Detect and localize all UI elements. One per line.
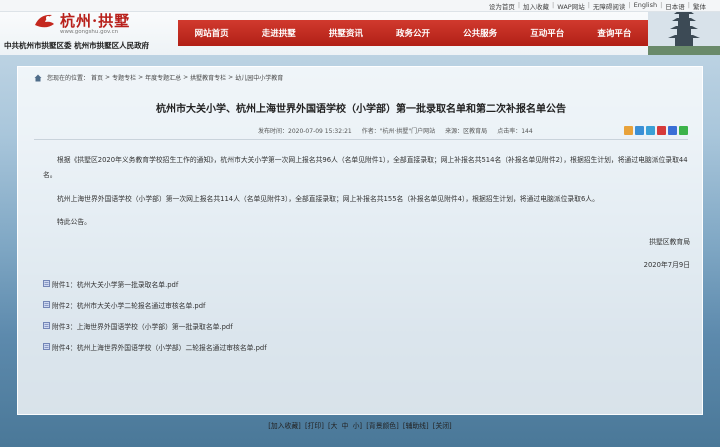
- attachment-file-icon: [43, 322, 50, 329]
- nav-gov-affairs[interactable]: 政务公开: [379, 27, 446, 39]
- background-color-button[interactable]: [背景颜色]: [366, 422, 399, 430]
- organization-name: 中共杭州市拱墅区委 杭州市拱墅区人民政府: [4, 41, 150, 50]
- home-icon: [34, 74, 42, 81]
- font-large-button[interactable]: [大: [328, 422, 337, 430]
- article-signature: 拱墅区教育局: [649, 238, 690, 246]
- attachment-file-icon: [43, 343, 50, 350]
- attachment-item[interactable]: 附件1：杭州大关小学第一批录取名单.pdf: [43, 279, 267, 289]
- publish-time: 发布时间：2020-07-09 15:32:21: [258, 128, 352, 135]
- breadcrumb-special-column[interactable]: 专题专栏: [112, 73, 136, 82]
- japanese-link[interactable]: 日本语: [665, 1, 685, 11]
- article-paragraph-2: 杭州上海世界外国语学校（小学部）第一次网上报名共114人（名单见附件3），全部直…: [57, 195, 599, 203]
- main-nav: 网站首页 走进拱墅 拱墅资讯 政务公开 公共服务 互动平台 查询平台: [178, 20, 648, 46]
- attachment-file-icon: [43, 301, 50, 308]
- article-meta: 发布时间：2020-07-09 15:32:21 作者："杭州·拱墅"门户网站 …: [258, 126, 533, 135]
- breadcrumb-school-education[interactable]: 幼儿园中小学教育: [235, 73, 283, 82]
- breadcrumb-home[interactable]: 首页: [91, 73, 103, 82]
- share-qzone-icon[interactable]: [624, 126, 633, 135]
- nav-home[interactable]: 网站首页: [178, 27, 245, 39]
- nav-news[interactable]: 拱墅资讯: [312, 27, 379, 39]
- breadcrumb-annual-topics[interactable]: 年度专题汇总: [145, 73, 181, 82]
- add-favorite-button[interactable]: [加入收藏]: [268, 422, 301, 430]
- breadcrumb-education-column[interactable]: 拱墅教育专栏: [190, 73, 226, 82]
- set-homepage-link[interactable]: 设为首页: [489, 1, 515, 11]
- guide-line-button[interactable]: [辅助线]: [403, 422, 429, 430]
- attachment-link[interactable]: 附件2：杭州市大关小学二轮报名通过审核名单.pdf: [52, 300, 205, 310]
- attachment-list: 附件1：杭州大关小学第一批录取名单.pdf 附件2：杭州市大关小学二轮报名通过审…: [43, 279, 267, 363]
- attachment-item[interactable]: 附件3：上海世界外国语学校（小学部）第一批录取名单.pdf: [43, 321, 267, 331]
- add-favorite-link[interactable]: 加入收藏: [523, 1, 549, 11]
- breadcrumb-prefix: 您现在的位置：: [47, 75, 90, 82]
- attachment-link[interactable]: 附件4：杭州上海世界外国语学校（小学部）二轮报名通过审核名单.pdf: [52, 342, 267, 352]
- share-renren-icon[interactable]: [657, 126, 666, 135]
- page-tools: [加入收藏] [打印] [大 中 小] [背景颜色] [辅助线] [关闭]: [0, 420, 720, 430]
- article-title: 杭州市大关小学、杭州上海世界外国语学校（小学部）第一批录取名单和第二次补报名单公…: [156, 104, 566, 115]
- article-paragraph-1: 根据《拱墅区2020年义务教育学校招生工作的通知》，杭州市大关小学第一次网上报名…: [43, 156, 688, 179]
- share-wechat-icon[interactable]: [679, 126, 688, 135]
- nav-about[interactable]: 走进拱墅: [245, 27, 312, 39]
- attachment-file-icon: [43, 280, 50, 287]
- print-button[interactable]: [打印]: [305, 422, 324, 430]
- article-source: 来源：区教育局: [445, 128, 488, 135]
- share-weibo-icon[interactable]: [635, 126, 644, 135]
- site-title[interactable]: 杭州·拱墅: [60, 10, 130, 31]
- site-url: www.gongshu.gov.cn: [60, 29, 119, 35]
- attachment-item[interactable]: 附件2：杭州市大关小学二轮报名通过审核名单.pdf: [43, 300, 267, 310]
- share-tencent-icon[interactable]: [646, 126, 655, 135]
- hit-count: 点击率：144: [497, 128, 533, 135]
- close-button[interactable]: [关闭]: [433, 422, 452, 430]
- attachment-item[interactable]: 附件4：杭州上海世界外国语学校（小学部）二轮报名通过审核名单.pdf: [43, 342, 267, 352]
- breadcrumb: 您现在的位置： 首页 > 专题专栏 > 年度专题汇总 > 拱墅教育专栏 > 幼儿园中小学…: [34, 73, 283, 82]
- top-links: 设为首页 | 加入收藏 | WAP网站 | 无障碍阅读 | English | 日本语 | …: [488, 1, 706, 11]
- attachment-link[interactable]: 附件3：上海世界外国语学校（小学部）第一批录取名单.pdf: [52, 321, 233, 331]
- font-small-button[interactable]: 小]: [353, 422, 362, 430]
- nav-public-service[interactable]: 公共服务: [447, 27, 514, 39]
- nav-query[interactable]: 查询平台: [581, 27, 648, 39]
- article-author: 作者："杭州·拱墅"门户网站: [361, 128, 436, 135]
- font-medium-button[interactable]: 中: [342, 422, 349, 430]
- article-date: 2020年7月9日: [643, 261, 690, 269]
- traditional-chinese-link[interactable]: 繁体: [693, 1, 706, 11]
- article-paragraph-3: 特此公告。: [57, 218, 91, 226]
- share-douban-icon[interactable]: [668, 126, 677, 135]
- top-bar: 设为首页 | 加入收藏 | WAP网站 | 无障碍阅读 | English | 日本语 | …: [0, 0, 720, 12]
- site-logo-icon: [35, 14, 54, 28]
- wap-site-link[interactable]: WAP网站: [557, 1, 584, 11]
- share-toolbar: [624, 126, 688, 135]
- english-link[interactable]: English: [634, 1, 657, 11]
- attachment-link[interactable]: 附件1：杭州大关小学第一批录取名单.pdf: [52, 279, 178, 289]
- accessible-reading-link[interactable]: 无障碍阅读: [593, 1, 626, 11]
- content-panel: 您现在的位置： 首页 > 专题专栏 > 年度专题汇总 > 拱墅教育专栏 > 幼儿园中小学…: [17, 66, 703, 415]
- title-divider: [34, 139, 688, 140]
- nav-interaction[interactable]: 互动平台: [514, 27, 581, 39]
